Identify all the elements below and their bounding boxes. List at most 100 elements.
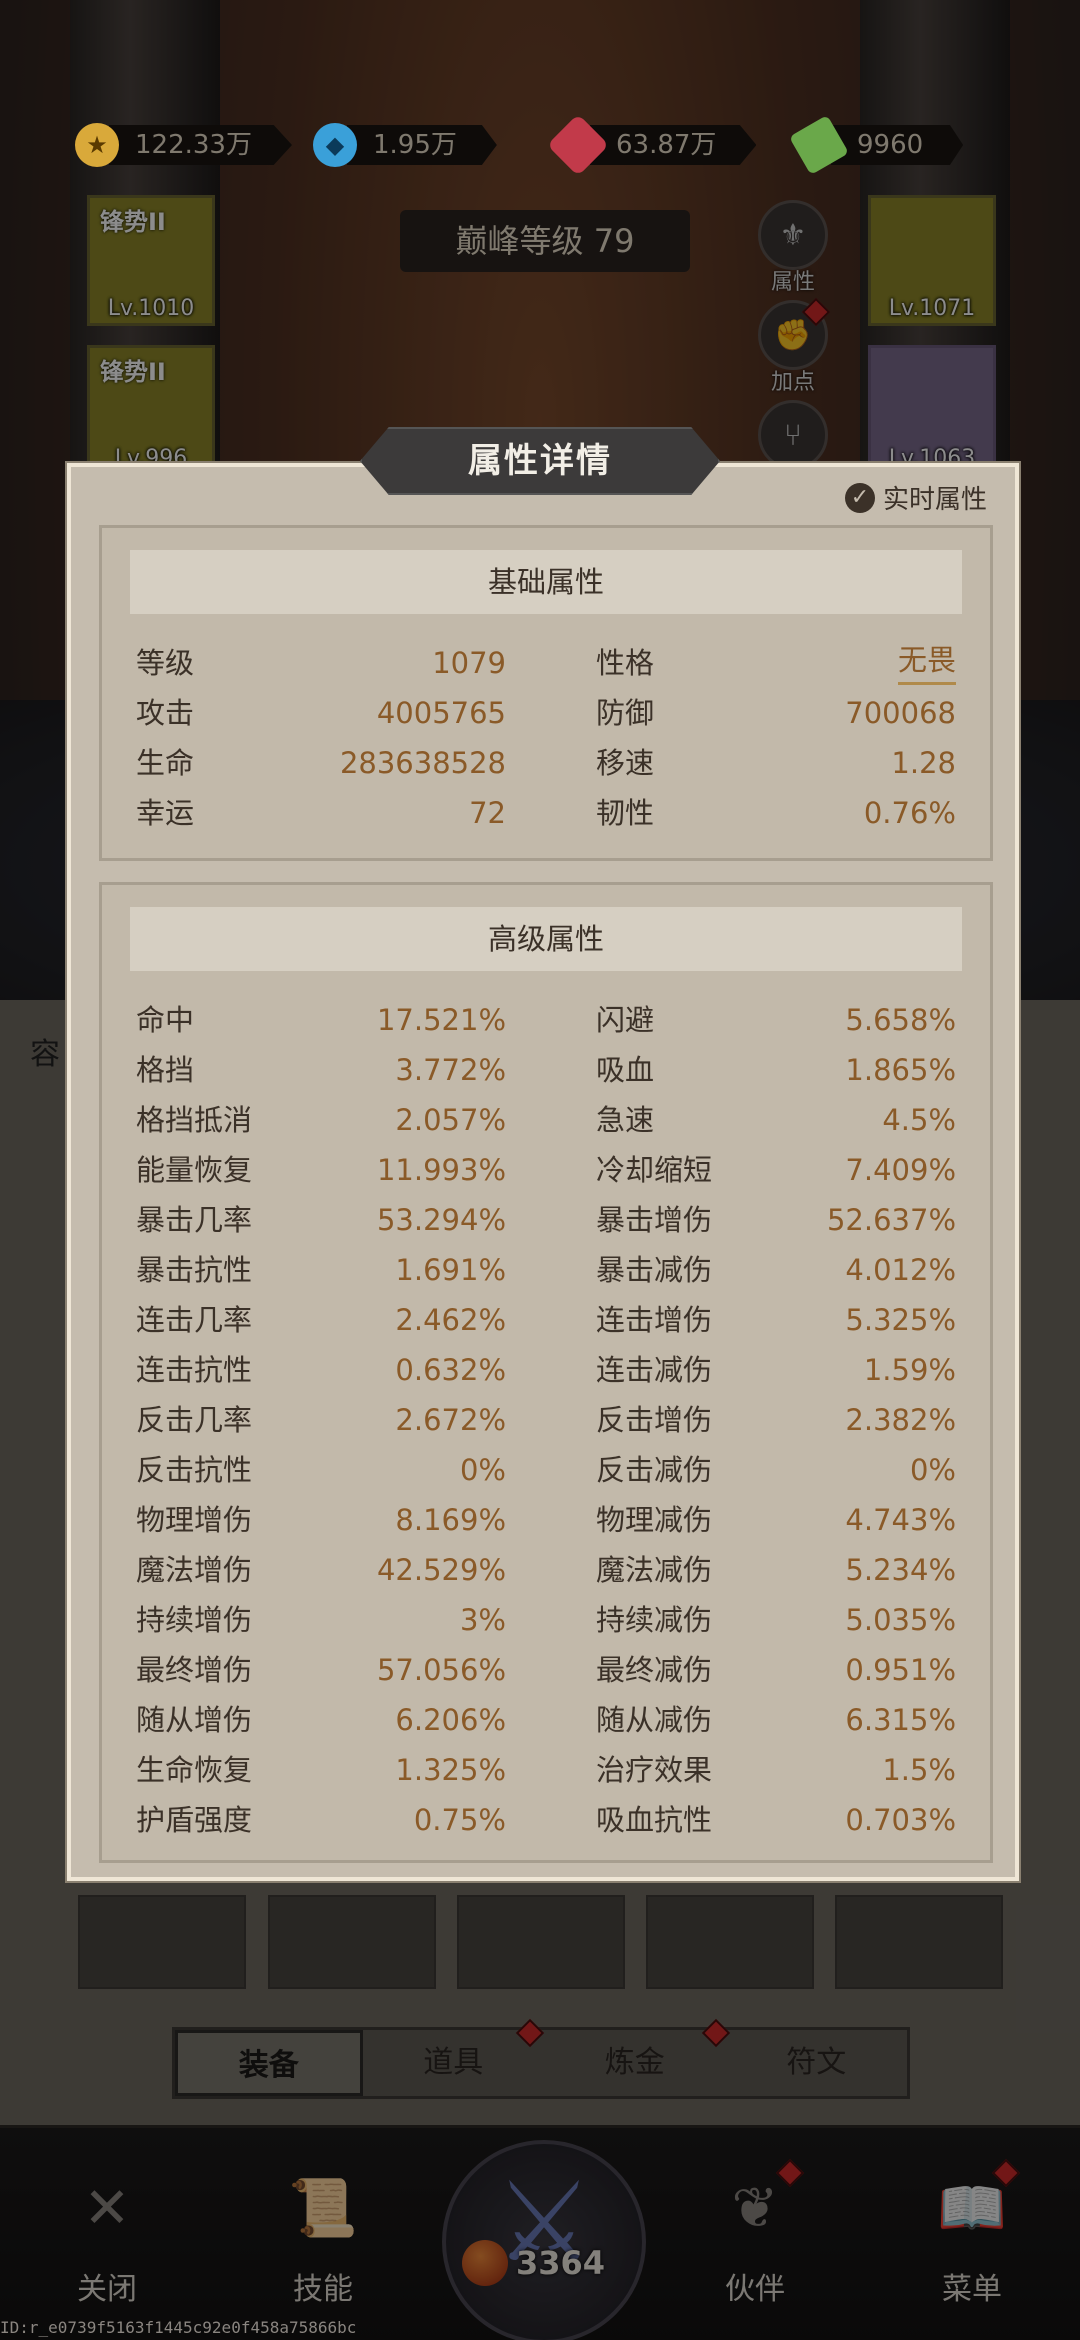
stat-value: 57.056%: [376, 1653, 506, 1687]
stat-row: 格挡抵消 2.057% 急速 4.5%: [136, 1095, 956, 1145]
stat-label: 冷却缩短: [596, 1153, 713, 1187]
stat-label: 连击抗性: [136, 1353, 253, 1387]
stat-label: 持续增伤: [136, 1603, 253, 1637]
stat-value: 2.462%: [395, 1303, 506, 1337]
stat-label: 命中: [136, 1003, 195, 1037]
checkmark-icon: ✓: [844, 482, 875, 513]
stat-value: 0.632%: [395, 1353, 506, 1387]
stat-label: 护盾强度: [136, 1803, 253, 1837]
stat-label: 性格: [596, 646, 655, 680]
stat-row: 反击抗性 0% 反击减伤 0%: [136, 1445, 956, 1495]
stat-label: 暴击增伤: [596, 1203, 713, 1237]
stat-label: 随从增伤: [136, 1703, 253, 1737]
stat-label: 防御: [596, 696, 655, 730]
stat-value: 11.993%: [376, 1153, 506, 1187]
stat-row: 幸运 72 韧性 0.76%: [136, 788, 956, 838]
realtime-toggle[interactable]: ✓ 实时属性: [844, 479, 987, 516]
stat-label: 闪避: [596, 1003, 655, 1037]
stat-value: 4.743%: [845, 1503, 956, 1537]
stat-row: 连击几率 2.462% 连击增伤 5.325%: [136, 1295, 956, 1345]
stat-value: 1079: [432, 646, 506, 680]
stat-row: 物理增伤 8.169% 物理减伤 4.743%: [136, 1495, 956, 1545]
stat-row: 反击几率 2.672% 反击增伤 2.382%: [136, 1395, 956, 1445]
stat-value: 4005765: [376, 696, 506, 730]
stat-row: 生命 283638528 移速 1.28: [136, 738, 956, 788]
panel-header: 属性详情: [340, 421, 740, 501]
stat-value: 42.529%: [376, 1553, 506, 1587]
stat-label: 持续减伤: [596, 1603, 713, 1637]
blue-gem-icon: ◆: [313, 123, 357, 167]
stat-value: 1.691%: [395, 1253, 506, 1287]
attribute-details-panel: ✓ 实时属性 基础属性 等级 1079 性格 无畏 攻击 4005765 防御 700068 生…: [67, 463, 1019, 1881]
panel-title: 属性详情: [468, 441, 612, 481]
stat-label: 格挡: [136, 1053, 195, 1087]
stat-label: 生命: [136, 746, 195, 780]
stat-value: 0%: [909, 1453, 956, 1487]
stat-label: 幸运: [136, 796, 195, 830]
stat-value: 0.76%: [863, 796, 956, 830]
stat-value: 0.75%: [413, 1803, 506, 1837]
stat-value: 2.672%: [395, 1403, 506, 1437]
stat-row: 生命恢复 1.325% 治疗效果 1.5%: [136, 1745, 956, 1795]
stat-label: 随从减伤: [596, 1703, 713, 1737]
stat-value: 3.772%: [395, 1053, 506, 1087]
stat-label: 暴击几率: [136, 1203, 253, 1237]
stat-value: 52.637%: [826, 1203, 956, 1237]
advanced-stat-grid: 命中 17.521% 闪避 5.658% 格挡 3.772% 吸血 1.865% 格挡抵消 2.0…: [136, 995, 956, 1845]
stat-value: 700068: [845, 696, 956, 730]
stat-label: 物理减伤: [596, 1503, 713, 1537]
stat-value: 6.315%: [845, 1703, 956, 1737]
stat-value: 5.035%: [845, 1603, 956, 1637]
stat-label: 魔法增伤: [136, 1553, 253, 1587]
id-text: ID:r_e0739f5163f1445c92e0f458a75866bc: [0, 2318, 357, 2337]
stat-label: 反击抗性: [136, 1453, 253, 1487]
stat-label: 反击几率: [136, 1403, 253, 1437]
stat-value: 72: [469, 796, 506, 830]
stat-value: 7.409%: [845, 1153, 956, 1187]
stat-label: 移速: [596, 746, 655, 780]
stat-value: 1.5%: [882, 1753, 956, 1787]
stat-value: 2.382%: [845, 1403, 956, 1437]
stat-label: 暴击减伤: [596, 1253, 713, 1287]
stat-label: 急速: [596, 1103, 655, 1137]
stat-row: 攻击 4005765 防御 700068: [136, 688, 956, 738]
stat-label: 连击减伤: [596, 1353, 713, 1387]
stat-row: 暴击几率 53.294% 暴击增伤 52.637%: [136, 1195, 956, 1245]
stat-value: 1.325%: [395, 1753, 506, 1787]
stat-value: 283638528: [339, 746, 506, 780]
stat-value: 5.325%: [845, 1303, 956, 1337]
stat-value: 0.951%: [845, 1653, 956, 1687]
stat-label: 能量恢复: [136, 1153, 253, 1187]
section-title: 高级属性: [130, 907, 962, 971]
stat-label: 吸血: [596, 1053, 655, 1087]
stat-value: 1.28: [891, 746, 956, 780]
stat-value: 17.521%: [376, 1003, 506, 1037]
stat-row: 等级 1079 性格 无畏: [136, 638, 956, 688]
stat-value: 0%: [459, 1453, 506, 1487]
stat-value: 3%: [459, 1603, 506, 1637]
advanced-attributes-section: 高级属性 命中 17.521% 闪避 5.658% 格挡 3.772% 吸血 1.865% 格挡…: [99, 882, 993, 1863]
gold-coin-icon: ★: [75, 123, 119, 167]
stat-value: 1.865%: [845, 1053, 956, 1087]
stat-value: 8.169%: [395, 1503, 506, 1537]
stat-label: 治疗效果: [596, 1753, 713, 1787]
stat-label: 物理增伤: [136, 1503, 253, 1537]
stat-label: 最终减伤: [596, 1653, 713, 1687]
stat-value: 5.234%: [845, 1553, 956, 1587]
stat-row: 格挡 3.772% 吸血 1.865%: [136, 1045, 956, 1095]
stat-value: 4.5%: [882, 1103, 956, 1137]
section-title: 基础属性: [130, 550, 962, 614]
stat-label: 魔法减伤: [596, 1553, 713, 1587]
stat-row: 连击抗性 0.632% 连击减伤 1.59%: [136, 1345, 956, 1395]
stat-row: 最终增伤 57.056% 最终减伤 0.951%: [136, 1645, 956, 1695]
stat-value: 5.658%: [845, 1003, 956, 1037]
stat-label: 暴击抗性: [136, 1253, 253, 1287]
stat-row: 命中 17.521% 闪避 5.658%: [136, 995, 956, 1045]
basic-stat-grid: 等级 1079 性格 无畏 攻击 4005765 防御 700068 生命 283638528 移速…: [136, 638, 956, 838]
stat-row: 暴击抗性 1.691% 暴击减伤 4.012%: [136, 1245, 956, 1295]
stat-value[interactable]: 无畏: [897, 638, 956, 685]
stat-value: 2.057%: [395, 1103, 506, 1137]
stat-value: 6.206%: [395, 1703, 506, 1737]
stat-label: 反击减伤: [596, 1453, 713, 1487]
stat-row: 随从增伤 6.206% 随从减伤 6.315%: [136, 1695, 956, 1745]
